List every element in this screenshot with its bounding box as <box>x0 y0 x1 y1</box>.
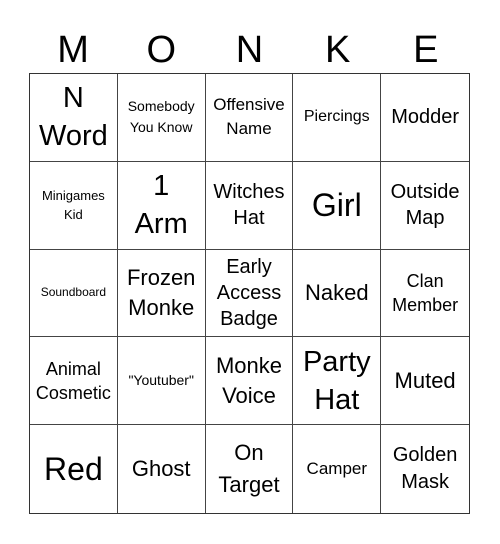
cell-label: Party Hat <box>302 345 371 416</box>
bingo-cell[interactable]: Modder <box>381 74 469 162</box>
bingo-cell[interactable]: Clan Member <box>381 250 469 338</box>
cell-label: Somebody You Know <box>127 98 195 136</box>
cell-label: Witches Hat <box>213 181 285 230</box>
cell-label: Animal Cosmetic <box>35 358 111 403</box>
bingo-cell[interactable]: Early Access Badge <box>205 249 294 338</box>
bingo-cell[interactable]: Animal Cosmetic <box>30 337 118 426</box>
cell-label: Frozen Monke <box>126 264 196 320</box>
cell-label: Modder <box>391 106 459 129</box>
header-letter: M <box>57 29 89 71</box>
bingo-cell[interactable]: Soundboard <box>30 249 118 338</box>
bingo-cell[interactable]: Outside Map <box>381 162 469 250</box>
cell-label: "Youtuber" <box>128 372 194 389</box>
bingo-cell[interactable]: "Youtuber" <box>117 337 206 426</box>
bingo-cell[interactable]: Muted <box>381 337 469 426</box>
bingo-header: M O N K E <box>29 28 470 72</box>
cell-label: Girl <box>311 187 362 224</box>
bingo-cell[interactable]: Somebody You Know <box>117 74 206 162</box>
bingo-cell[interactable]: 1 Arm <box>117 161 206 250</box>
bingo-board: N Word Somebody You Know Offensive Name … <box>29 73 470 514</box>
header-letter: O <box>146 29 177 71</box>
bingo-cell[interactable]: Naked <box>293 249 382 338</box>
bingo-cell[interactable]: Ghost <box>118 425 206 513</box>
bingo-cell[interactable]: Party Hat <box>293 337 382 426</box>
bingo-cell[interactable]: Offensive Name <box>205 74 294 162</box>
cell-label: Clan Member <box>392 270 459 315</box>
cell-label: Outside Map <box>390 181 460 230</box>
bingo-cell[interactable]: Piercings <box>293 74 382 162</box>
bingo-cell[interactable]: Minigames Kid <box>30 161 118 250</box>
cell-label: Early Access Badge <box>216 255 282 330</box>
cell-label: 1 Arm <box>134 170 188 241</box>
cell-label: On Target <box>218 440 280 498</box>
bingo-cell[interactable]: Camper <box>293 425 382 513</box>
header-letter: K <box>324 29 351 71</box>
bingo-cell[interactable]: Golden Mask <box>381 425 469 513</box>
bingo-cell[interactable]: On Target <box>206 425 294 513</box>
bingo-cell[interactable]: N Word <box>30 74 118 162</box>
cell-label: Golden Mask <box>392 444 458 494</box>
cell-label: Soundboard <box>40 285 107 300</box>
header-letter: E <box>413 29 439 71</box>
cell-label: Offensive Name <box>213 95 285 139</box>
cell-label: Monke Voice <box>215 352 282 408</box>
bingo-cell[interactable]: Frozen Monke <box>117 249 206 338</box>
cell-label: Camper <box>306 459 368 479</box>
bingo-cell[interactable]: Girl <box>293 161 382 250</box>
bingo-cell[interactable]: Red <box>30 425 118 513</box>
cell-label: Red <box>44 451 103 488</box>
cell-label: Muted <box>394 367 456 393</box>
cell-label: Minigames Kid <box>41 188 105 223</box>
cell-label: Naked <box>304 279 369 305</box>
cell-label: Ghost <box>131 456 191 482</box>
bingo-cell[interactable]: Witches Hat <box>205 161 294 250</box>
cell-label: Piercings <box>303 108 370 126</box>
bingo-cell[interactable]: Monke Voice <box>205 337 294 426</box>
cell-label: N Word <box>39 82 108 153</box>
header-letter: N <box>235 29 264 71</box>
